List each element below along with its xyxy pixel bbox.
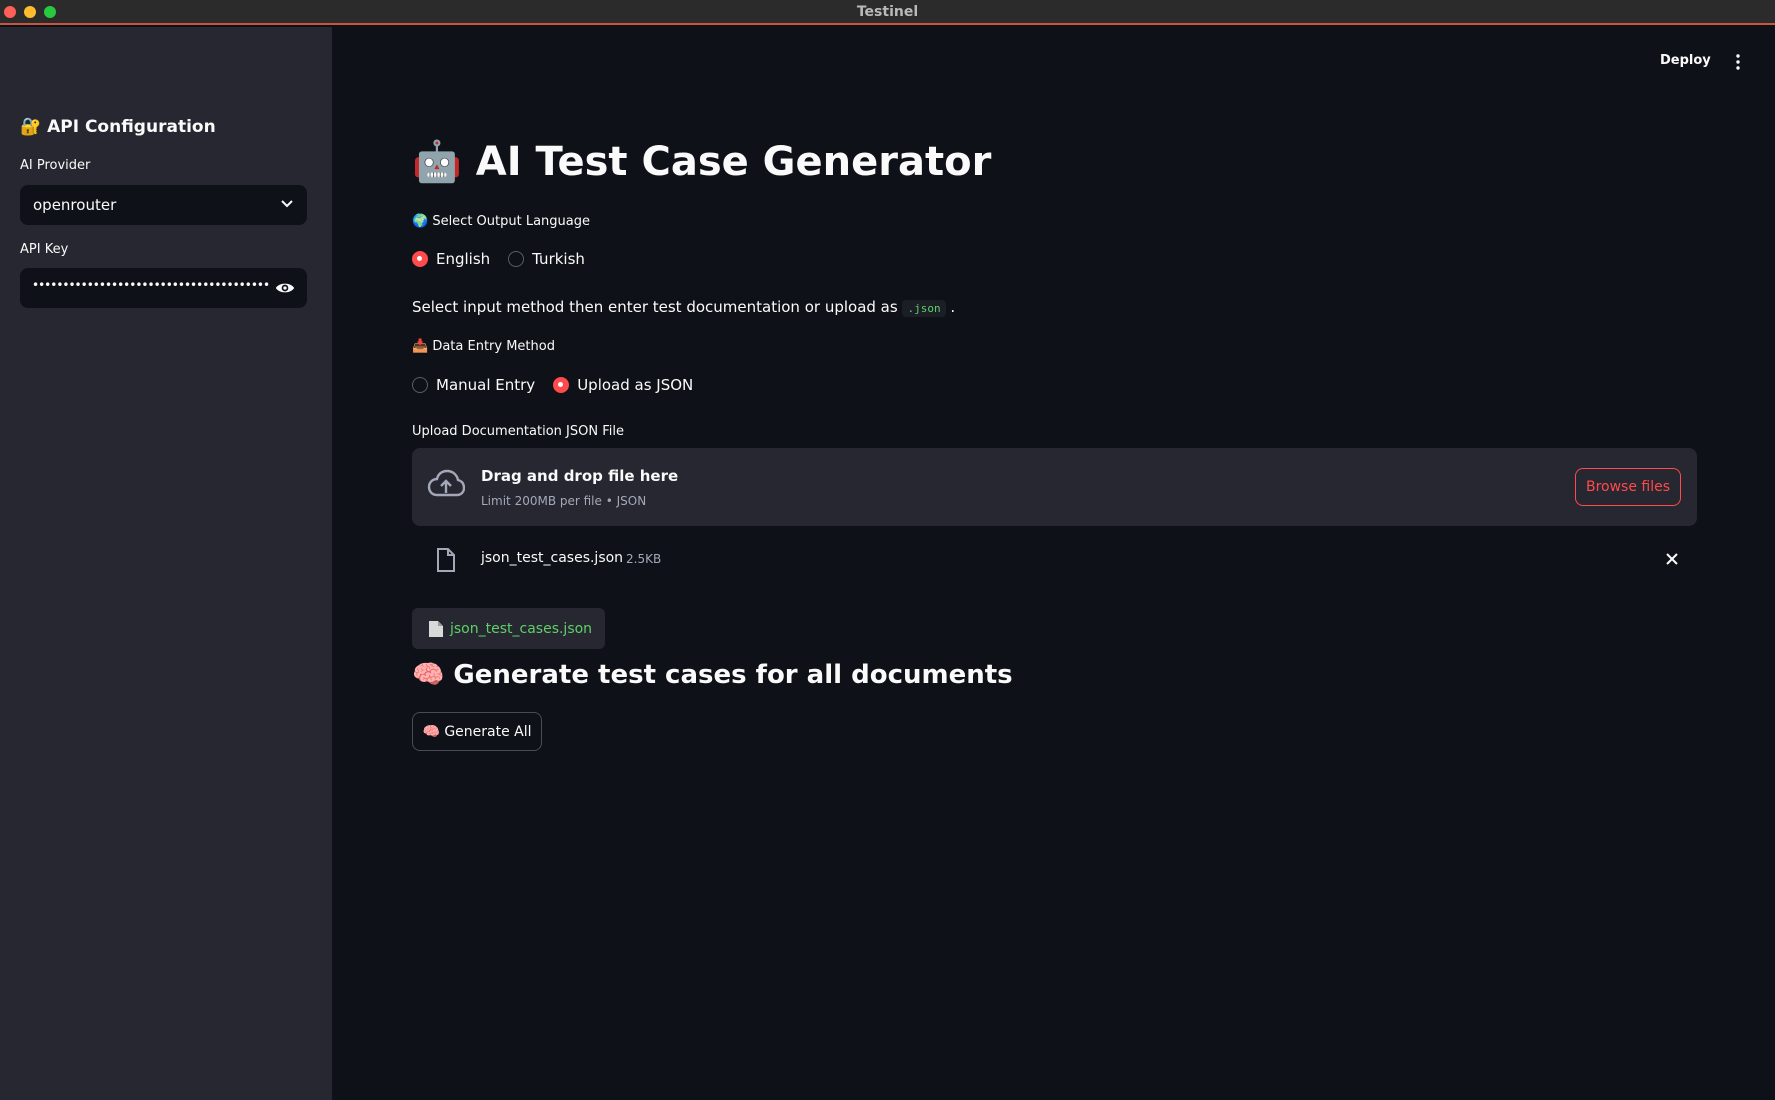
section-heading: 🧠 Generate test cases for all documents [412, 660, 1013, 690]
radio-selected[interactable] [553, 377, 570, 393]
dropzone-title: Drag and drop file here [481, 467, 679, 485]
file-chip[interactable]: json_test_cases.json [412, 608, 605, 649]
sidebar-heading: 🔐 API Configuration [20, 117, 216, 137]
language-option-turkish[interactable]: Turkish [508, 250, 585, 268]
eye-icon[interactable] [275, 279, 295, 297]
sidebar: 🔐 API Configuration AI Provider openrout… [0, 27, 332, 1100]
entry-option-manual[interactable]: Manual Entry [412, 376, 535, 394]
close-icon[interactable] [1665, 552, 1679, 566]
window-title: Testinel [856, 4, 919, 20]
provider-select[interactable]: openrouter [20, 185, 307, 225]
language-radio-group: English Turkish [412, 248, 603, 270]
radio-unselected[interactable] [412, 377, 428, 393]
language-option-english[interactable]: English [412, 250, 490, 268]
radio-selected[interactable] [412, 251, 428, 267]
chevron-down-icon [281, 200, 293, 208]
file-icon [437, 548, 455, 572]
more-menu-icon[interactable] [1732, 53, 1744, 71]
api-key-input[interactable]: ••••••••••••••••••••••••••••••••••••••••… [20, 268, 307, 308]
uploaded-file-size: 2.5KB [626, 552, 662, 566]
api-key-masked-value: ••••••••••••••••••••••••••••••••••••••••… [32, 278, 270, 292]
instruction-code: .json [902, 300, 946, 317]
entry-method-label: 📥 Data Entry Method [412, 339, 555, 354]
cloud-upload-icon [427, 469, 465, 497]
document-icon [429, 620, 443, 637]
file-dropzone[interactable]: Drag and drop file here Limit 200MB per … [412, 448, 1697, 526]
uploaded-file-row: json_test_cases.json 2.5KB [412, 540, 1697, 578]
deploy-button[interactable]: Deploy [1660, 53, 1711, 68]
upload-label: Upload Documentation JSON File [412, 424, 624, 439]
entry-option-upload-json[interactable]: Upload as JSON [553, 376, 693, 394]
provider-label: AI Provider [20, 158, 91, 173]
api-key-label: API Key [20, 242, 69, 257]
generate-all-button[interactable]: 🧠 Generate All [412, 712, 542, 751]
file-chip-text: json_test_cases.json [450, 620, 593, 637]
page-title-text: AI Test Case Generator [475, 139, 992, 185]
instruction-text: Select input method then enter test docu… [412, 298, 956, 317]
browse-files-button[interactable]: Browse files [1575, 468, 1681, 506]
radio-unselected[interactable] [508, 251, 525, 267]
robot-icon: 🤖 [412, 139, 462, 185]
sidebar-heading-text: API Configuration [47, 117, 216, 137]
radio-label: Manual Entry [436, 376, 536, 394]
language-label: 🌍 Select Output Language [412, 214, 591, 229]
radio-label: English [436, 250, 491, 268]
page-title: 🤖 AI Test Case Generator [412, 138, 991, 185]
lock-icon: 🔐 [20, 117, 42, 137]
instruction-end: . [950, 298, 956, 316]
entry-method-radio-group: Manual Entry Upload as JSON [412, 374, 711, 396]
window-titlebar: Testinel [0, 0, 1775, 25]
radio-label: Upload as JSON [577, 376, 694, 394]
instruction-body: Select input method then enter test docu… [412, 298, 898, 316]
provider-select-value: openrouter [33, 196, 117, 214]
uploaded-file-name: json_test_cases.json [481, 550, 624, 566]
radio-label: Turkish [532, 250, 585, 268]
dropzone-subtitle: Limit 200MB per file • JSON [481, 494, 647, 508]
